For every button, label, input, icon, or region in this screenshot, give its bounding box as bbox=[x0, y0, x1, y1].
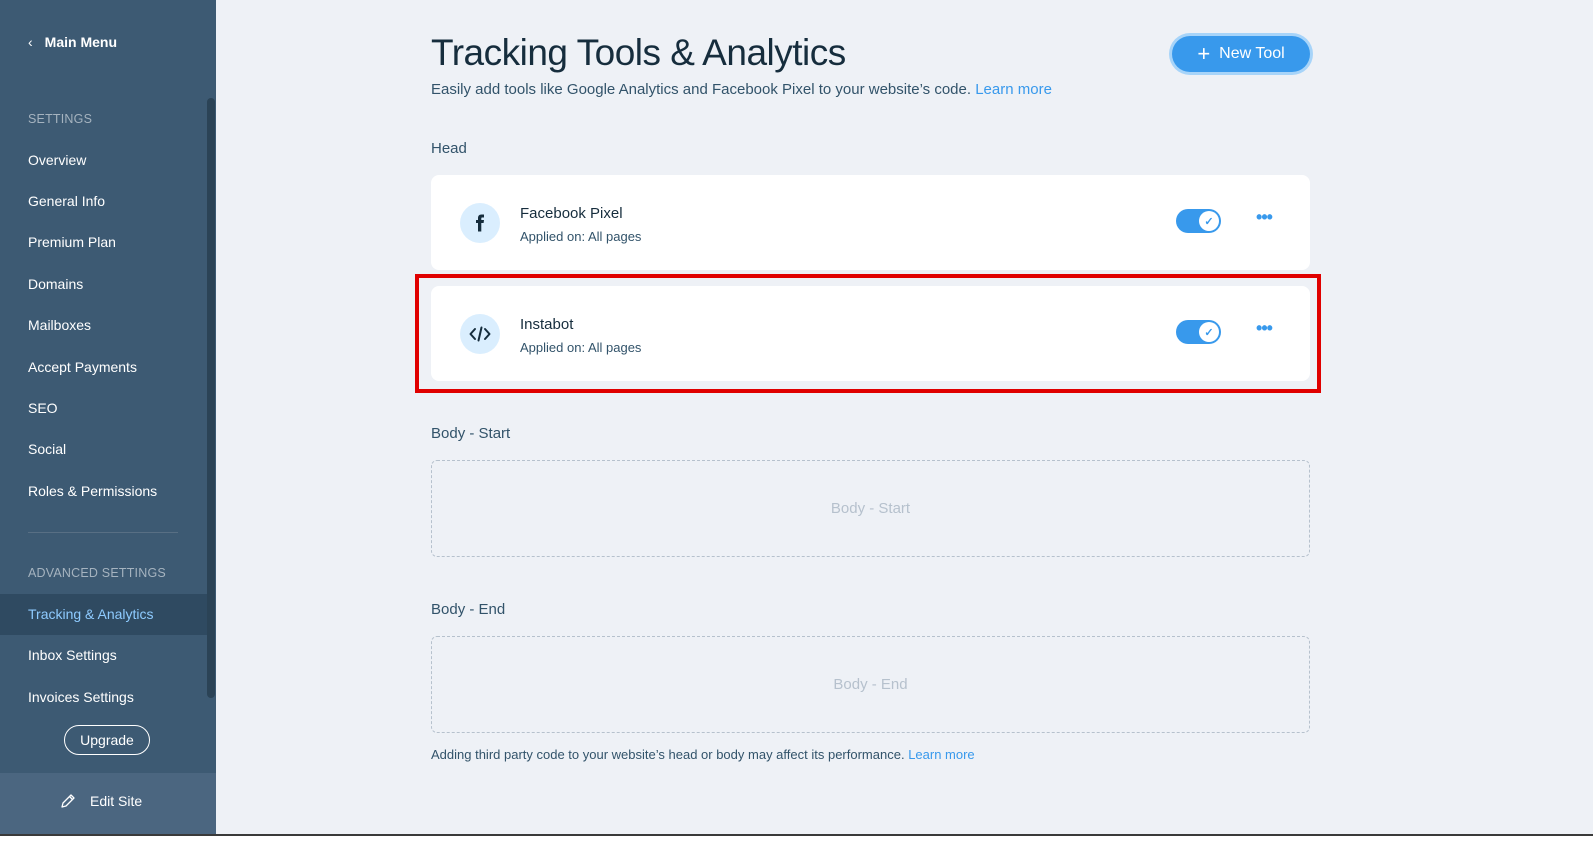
sidebar-footer: Edit Site bbox=[0, 773, 216, 834]
sidebar-item-roles-permissions[interactable]: Roles & Permissions bbox=[0, 471, 207, 512]
tool-name: Facebook Pixel bbox=[520, 205, 623, 222]
tool-card-facebook-pixel: Facebook Pixel Applied on: All pages ✓ •… bbox=[431, 175, 1310, 270]
sidebar-item-overview[interactable]: Overview bbox=[0, 140, 207, 181]
chevron-left-icon: ‹ bbox=[28, 34, 33, 50]
sidebar-divider bbox=[28, 532, 178, 533]
body-end-dropzone[interactable]: Body - End bbox=[431, 636, 1310, 733]
more-options-icon[interactable]: ••• bbox=[1253, 208, 1275, 232]
tool-name: Instabot bbox=[520, 316, 574, 333]
sidebar-item-invoices-settings[interactable]: Invoices Settings bbox=[0, 677, 207, 718]
footnote-learn-more-link[interactable]: Learn more bbox=[908, 747, 974, 762]
tool-applied-pages: Applied on: All pages bbox=[520, 340, 642, 355]
advanced-settings-section-label: ADVANCED SETTINGS bbox=[28, 566, 166, 580]
sidebar-item-seo[interactable]: SEO bbox=[0, 388, 207, 429]
checkmark-icon: ✓ bbox=[1199, 211, 1219, 231]
tool-enable-toggle[interactable]: ✓ bbox=[1176, 320, 1221, 344]
sidebar-scrollbar[interactable] bbox=[207, 98, 215, 698]
sidebar-item-mailboxes[interactable]: Mailboxes bbox=[0, 305, 207, 346]
tool-enable-toggle[interactable]: ✓ bbox=[1176, 209, 1221, 233]
edit-site-label: Edit Site bbox=[90, 793, 143, 809]
pencil-icon bbox=[61, 794, 75, 808]
sidebar-item-domains[interactable]: Domains bbox=[0, 264, 207, 305]
settings-section-label: SETTINGS bbox=[28, 112, 93, 126]
body-start-dropzone[interactable]: Body - Start bbox=[431, 460, 1310, 557]
sidebar-item-inbox-settings[interactable]: Inbox Settings bbox=[0, 635, 207, 676]
upgrade-button[interactable]: Upgrade bbox=[64, 725, 150, 755]
tool-applied-pages: Applied on: All pages bbox=[520, 229, 642, 244]
plus-icon: + bbox=[1197, 41, 1211, 66]
sidebar-item-social[interactable]: Social bbox=[0, 429, 207, 470]
new-tool-button[interactable]: + New Tool bbox=[1172, 36, 1310, 72]
body-start-placeholder: Body - Start bbox=[830, 500, 911, 517]
sidebar-item-accept-payments[interactable]: Accept Payments bbox=[0, 347, 207, 388]
checkmark-icon: ✓ bbox=[1199, 322, 1219, 342]
edit-site-button[interactable]: Edit Site bbox=[60, 793, 142, 809]
code-icon bbox=[460, 314, 500, 354]
facebook-icon bbox=[460, 203, 500, 243]
learn-more-link[interactable]: Learn more bbox=[975, 81, 1052, 98]
subtitle-text: Easily add tools like Google Analytics a… bbox=[431, 81, 972, 98]
page-subtitle: Easily add tools like Google Analytics a… bbox=[431, 81, 1052, 98]
head-section-label: Head bbox=[431, 140, 467, 157]
body-end-section-label: Body - End bbox=[431, 601, 506, 618]
new-tool-label: New Tool bbox=[1219, 45, 1285, 62]
window-bottom-strip bbox=[0, 836, 1593, 849]
sidebar-item-tracking-analytics[interactable]: Tracking & Analytics bbox=[0, 594, 207, 635]
sidebar-item-premium-plan[interactable]: Premium Plan bbox=[0, 222, 207, 263]
more-options-icon[interactable]: ••• bbox=[1253, 319, 1275, 343]
performance-footnote: Adding third party code to your website’… bbox=[431, 747, 975, 762]
main-menu-link[interactable]: ‹ Main Menu bbox=[28, 34, 117, 50]
body-start-section-label: Body - Start bbox=[431, 425, 511, 442]
tool-card-instabot: Instabot Applied on: All pages ✓ ••• bbox=[431, 286, 1310, 381]
sidebar-item-general-info[interactable]: General Info bbox=[0, 181, 207, 222]
main-menu-label: Main Menu bbox=[44, 34, 118, 50]
body-end-placeholder: Body - End bbox=[833, 676, 908, 693]
page-title: Tracking Tools & Analytics bbox=[431, 32, 846, 73]
footnote-text: Adding third party code to your website’… bbox=[431, 747, 905, 762]
sidebar: ‹ Main Menu SETTINGS Overview General In… bbox=[0, 0, 216, 849]
